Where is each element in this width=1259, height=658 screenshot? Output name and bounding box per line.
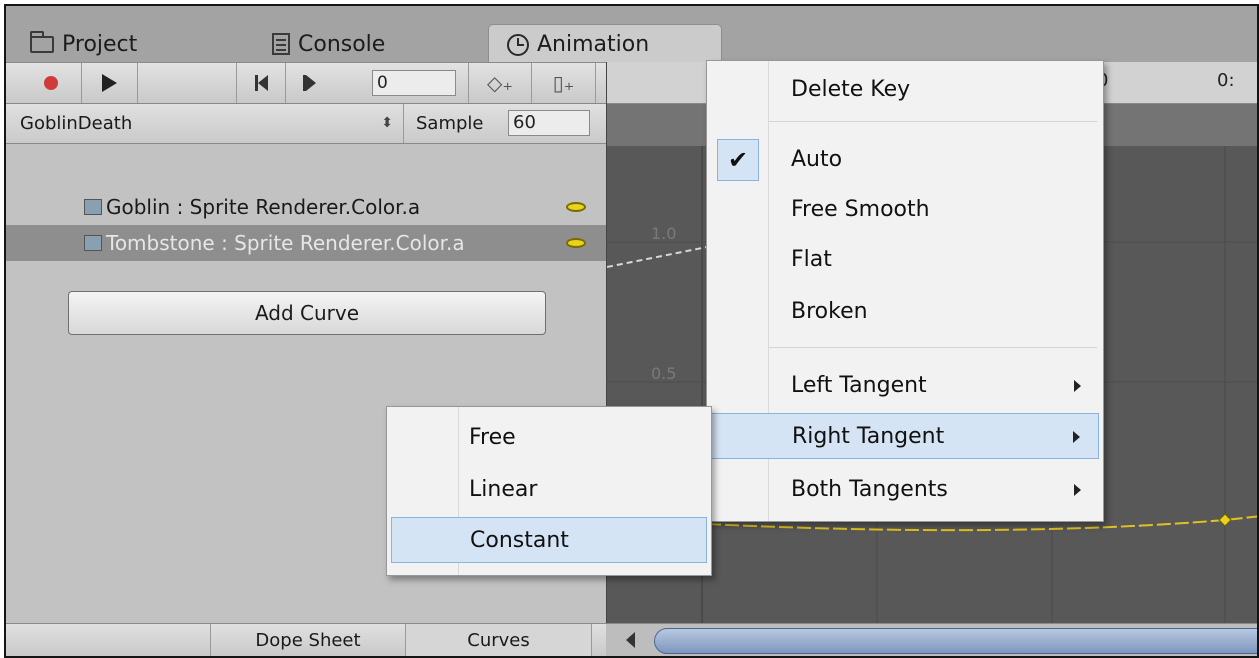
tab-animation-label: Animation — [537, 32, 650, 57]
add-event-icon: ▯₊ — [552, 71, 575, 95]
menu-item-right-tangent[interactable]: Right Tangent — [711, 413, 1099, 459]
add-keyframe-icon: ◇₊ — [487, 71, 513, 95]
checkmark-icon: ✔ — [717, 139, 759, 181]
property-row-selected[interactable]: Tombstone : Sprite Renderer.Color.a — [6, 225, 606, 261]
menu-item-both-tangents[interactable]: Both Tangents — [711, 467, 1099, 513]
folder-icon — [30, 30, 54, 53]
animation-window: Project Console Animation 0 ◇₊ ▯₊ Goblin… — [4, 4, 1259, 658]
submenu-item-linear[interactable]: Linear — [391, 467, 707, 513]
next-key-icon — [302, 75, 316, 91]
tab-curves[interactable]: Curves — [406, 624, 592, 656]
tab-console-label: Console — [298, 31, 386, 57]
tangent-submenu: Free Linear Constant — [386, 406, 712, 576]
sample-label: Sample — [416, 113, 484, 134]
record-icon — [43, 76, 58, 90]
view-mode-tabs: Dope Sheet Curves — [6, 623, 606, 656]
scroll-left-icon[interactable] — [626, 632, 635, 648]
tab-bar: Project Console Animation — [6, 6, 1257, 64]
add-keyframe-button[interactable]: ◇₊ — [468, 63, 532, 103]
previous-keyframe-button[interactable] — [236, 63, 286, 103]
horizontal-scrollbar[interactable] — [606, 623, 1257, 656]
tab-project-label: Project — [62, 31, 138, 57]
tab-project[interactable]: Project — [30, 26, 137, 62]
record-button[interactable] — [20, 63, 82, 103]
play-button[interactable] — [82, 63, 138, 103]
add-event-button[interactable]: ▯₊ — [532, 63, 596, 103]
sprite-renderer-icon — [84, 199, 102, 215]
frame-input[interactable]: 0 — [372, 70, 456, 96]
submenu-item-constant[interactable]: Constant — [391, 517, 707, 563]
next-keyframe-button[interactable] — [286, 63, 332, 103]
property-row[interactable]: Goblin : Sprite Renderer.Color.a — [6, 189, 606, 225]
menu-item-left-tangent[interactable]: Left Tangent — [711, 363, 1099, 409]
clock-icon — [507, 33, 529, 56]
menu-separator — [769, 347, 1097, 348]
tab-animation[interactable]: Animation — [488, 24, 722, 64]
menu-item-flat[interactable]: Flat — [711, 237, 1099, 283]
menu-item-delete-key[interactable]: Delete Key — [711, 67, 1099, 113]
animation-toolbar: 0 ◇₊ ▯₊ — [6, 62, 606, 104]
add-curve-button[interactable]: Add Curve — [68, 291, 546, 335]
menu-item-broken[interactable]: Broken — [711, 289, 1099, 335]
tab-dope-sheet[interactable]: Dope Sheet — [210, 624, 406, 656]
submenu-arrow-icon — [1074, 380, 1081, 392]
clip-row: GoblinDeath ⬍ Sample 60 — [6, 104, 606, 144]
menu-separator — [769, 121, 1097, 122]
dropdown-arrows-icon: ⬍ — [381, 115, 393, 131]
submenu-arrow-icon — [1074, 484, 1081, 496]
sample-input[interactable]: 60 — [508, 110, 590, 136]
menu-item-auto[interactable]: ✔ Auto — [711, 137, 1099, 183]
keyframe-point[interactable] — [1218, 513, 1232, 527]
prev-key-icon — [254, 75, 268, 91]
submenu-item-free[interactable]: Free — [391, 415, 707, 461]
keyframe-icon[interactable] — [566, 202, 586, 212]
console-icon — [272, 33, 290, 55]
clip-selector[interactable]: GoblinDeath ⬍ — [6, 104, 404, 143]
tab-console[interactable]: Console — [272, 26, 385, 62]
clip-name: GoblinDeath — [20, 113, 133, 134]
keyframe-icon[interactable] — [566, 238, 586, 248]
property-label: Tombstone : Sprite Renderer.Color.a — [106, 231, 465, 255]
curve-dashed-segment — [607, 246, 708, 268]
property-label: Goblin : Sprite Renderer.Color.a — [106, 195, 421, 219]
submenu-arrow-icon — [1073, 431, 1080, 443]
sprite-renderer-icon — [84, 235, 102, 251]
scrollbar-thumb[interactable] — [654, 628, 1257, 654]
key-context-menu: Delete Key ✔ Auto Free Smooth Flat Broke… — [706, 60, 1104, 522]
menu-item-free-smooth[interactable]: Free Smooth — [711, 187, 1099, 233]
play-icon — [102, 74, 117, 92]
